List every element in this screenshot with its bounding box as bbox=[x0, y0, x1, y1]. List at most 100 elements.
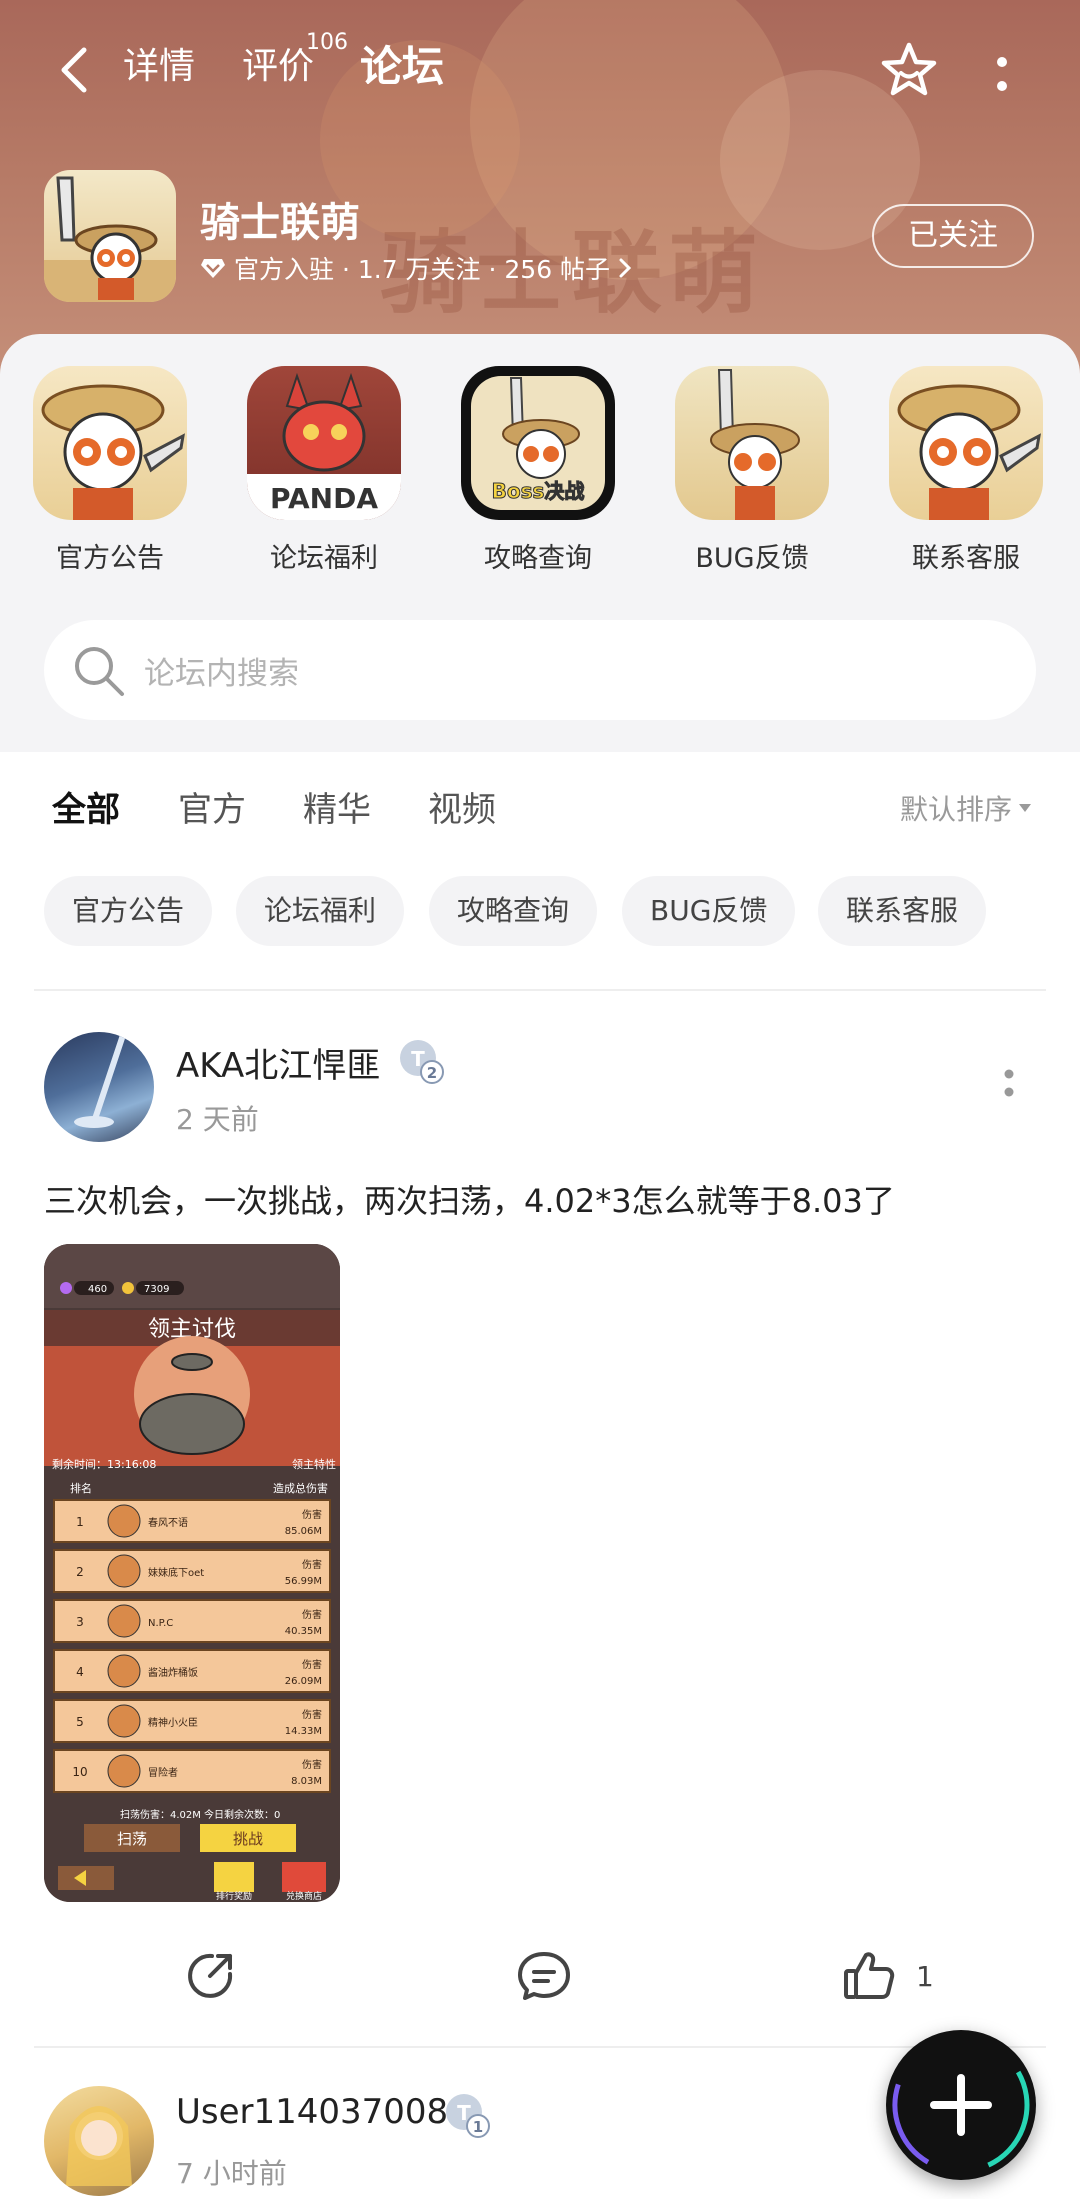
timer: 剩余时间：13:16:08 bbox=[52, 1457, 156, 1471]
rank-row: 5 精神小火臣 伤害 14.33M bbox=[53, 1699, 331, 1743]
comment-button[interactable] bbox=[516, 1946, 572, 2006]
level-badge-icon: T 2 bbox=[400, 1040, 444, 1084]
boss-text: Boss决战 bbox=[492, 479, 585, 503]
level-badge-icon: T 1 bbox=[446, 2094, 490, 2138]
filter-tab-label: 全部 bbox=[52, 790, 120, 830]
avatar[interactable] bbox=[44, 2086, 154, 2196]
divider bbox=[34, 989, 1046, 991]
chip-announcement[interactable]: 官方公告 bbox=[44, 876, 213, 946]
rank-number: 3 bbox=[76, 1615, 84, 1629]
quick-link-label: 攻略查询 bbox=[484, 543, 592, 574]
sweep-damage: 扫荡伤害：4.02M bbox=[120, 1808, 201, 1821]
chip-welfare[interactable]: 论坛福利 bbox=[236, 876, 405, 946]
sort-label: 默认排序 bbox=[900, 793, 1013, 826]
game-title: 骑士联萌 bbox=[200, 200, 360, 246]
rank-row: 10 冒险者 伤害 8.03M bbox=[53, 1749, 331, 1793]
post-time: 2 天前 bbox=[176, 1103, 259, 1136]
game-logo[interactable] bbox=[44, 170, 176, 302]
rank-number: 4 bbox=[76, 1665, 84, 1679]
game-meta[interactable]: 官方入驻 · 1.7 万关注 · 256 帖子 bbox=[200, 250, 632, 286]
search-input[interactable]: 论坛内搜索 bbox=[44, 620, 1036, 720]
announcement-icon bbox=[33, 366, 187, 520]
welfare-dragon-icon: PANDA bbox=[247, 366, 401, 520]
chevron-right-icon bbox=[619, 258, 632, 278]
panda-text: PANDA bbox=[270, 482, 378, 515]
rank-damage: 8.03M bbox=[291, 1776, 322, 1787]
sort-dropdown[interactable]: 默认排序 bbox=[900, 788, 1032, 828]
challenge-button: 挑战 bbox=[233, 1830, 263, 1848]
chip-bug[interactable]: BUG反馈 bbox=[622, 876, 796, 946]
quick-link-guide[interactable]: Boss决战 攻略查询 bbox=[458, 366, 618, 575]
rank-number: 10 bbox=[72, 1765, 87, 1779]
tab-review[interactable]: 评价 bbox=[242, 42, 314, 92]
lord-trait: 领主特性 bbox=[292, 1457, 336, 1471]
review-count-badge: 106 bbox=[306, 30, 348, 55]
rank-player-name: 春风不语 bbox=[148, 1517, 188, 1529]
rank-damage: 85.06M bbox=[285, 1526, 322, 1537]
tab-forum-label: 论坛 bbox=[360, 42, 445, 91]
col-rank: 排名 bbox=[70, 1481, 92, 1495]
guide-icon: Boss决战 bbox=[461, 366, 615, 520]
quick-link-announcement[interactable]: 官方公告 bbox=[30, 366, 190, 575]
post-content[interactable]: 三次机会，一次挑战，两次扫荡，4.02*3怎么就等于8.03了 bbox=[44, 1176, 895, 1222]
quick-link-label: 论坛福利 bbox=[270, 543, 378, 574]
plus-icon bbox=[892, 2036, 1030, 2174]
filter-tab-featured[interactable]: 精华 bbox=[303, 782, 371, 831]
damage-label: 伤害 bbox=[302, 1758, 322, 1771]
thumbs-up-icon bbox=[844, 1952, 895, 1999]
bug-report-icon bbox=[675, 366, 829, 520]
quick-link-label: BUG反馈 bbox=[695, 543, 809, 574]
more-vertical-icon[interactable] bbox=[990, 50, 1014, 100]
filter-tab-official[interactable]: 官方 bbox=[178, 782, 246, 831]
diamond-verified-icon bbox=[201, 259, 225, 278]
quick-link-bug[interactable]: BUG反馈 bbox=[672, 366, 832, 575]
quick-link-support[interactable]: 联系客服 bbox=[886, 366, 1046, 575]
avatar[interactable] bbox=[44, 1032, 154, 1142]
damage-label: 伤害 bbox=[302, 1708, 322, 1721]
follow-button[interactable]: 已关注 bbox=[872, 204, 1034, 268]
support-icon bbox=[889, 366, 1043, 520]
rank-number: 1 bbox=[76, 1515, 84, 1529]
rank-row: 4 酱油炸桶饭 伤害 26.09M bbox=[53, 1649, 331, 1693]
post-time: 7 小时前 bbox=[176, 2157, 287, 2190]
quick-link-label: 官方公告 bbox=[56, 543, 164, 574]
post-author[interactable]: AKA北江悍匪 bbox=[176, 1038, 380, 1087]
post-author[interactable]: User114037008 bbox=[176, 2092, 448, 2132]
filter-tab-all[interactable]: 全部 bbox=[52, 782, 120, 831]
remaining-count: 今日剩余次数：0 bbox=[204, 1808, 280, 1821]
post-image[interactable]: 460 7309 领主讨伐 剩余时间：13:16:08 领主特性 排名 造成总伤… bbox=[44, 1244, 340, 1902]
level-number: 1 bbox=[473, 2118, 483, 2136]
rank-row: 3 N.P.C 伤害 40.35M bbox=[53, 1599, 331, 1643]
share-button[interactable] bbox=[184, 1946, 236, 2006]
rank-reward: 排行奖励 bbox=[216, 1890, 252, 1902]
rank-player-name: 妹妹底下oet bbox=[148, 1566, 204, 1579]
rank-number: 5 bbox=[76, 1715, 84, 1729]
damage-label: 伤害 bbox=[302, 1658, 322, 1671]
filter-tab-video[interactable]: 视频 bbox=[428, 782, 496, 831]
coin-count: 7309 bbox=[144, 1284, 169, 1295]
level-number: 2 bbox=[427, 1064, 437, 1082]
like-button[interactable]: 1 bbox=[842, 1946, 934, 2006]
tab-detail[interactable]: 详情 bbox=[123, 42, 195, 92]
tab-forum[interactable]: 论坛 bbox=[356, 42, 449, 96]
rank-row: 1 春风不语 伤害 85.06M bbox=[53, 1499, 331, 1543]
rank-player-name: 酱油炸桶饭 bbox=[148, 1666, 198, 1679]
comment-icon bbox=[518, 1952, 570, 2000]
search-placeholder: 论坛内搜索 bbox=[144, 656, 299, 692]
exchange-shop: 兑换商店 bbox=[286, 1890, 322, 1902]
chip-guide[interactable]: 攻略查询 bbox=[429, 876, 598, 946]
quick-link-welfare[interactable]: PANDA 论坛福利 bbox=[244, 366, 404, 575]
favorite-star-icon[interactable] bbox=[878, 40, 940, 102]
back-arrow-icon[interactable] bbox=[52, 42, 102, 98]
post-more-icon[interactable] bbox=[1002, 1066, 1016, 1106]
share-icon bbox=[188, 1953, 233, 1998]
new-post-button[interactable] bbox=[886, 2030, 1036, 2180]
like-count: 1 bbox=[916, 1959, 934, 1993]
sweep-button: 扫荡 bbox=[117, 1830, 147, 1848]
damage-label: 伤害 bbox=[302, 1508, 322, 1521]
caret-down-icon bbox=[1019, 804, 1032, 812]
quick-link-label: 联系客服 bbox=[912, 543, 1020, 574]
rank-number: 2 bbox=[76, 1565, 84, 1579]
quick-links: 官方公告 PANDA 论坛福利 Boss决战 攻略查询 BUG反馈 联系客服 bbox=[0, 366, 1080, 576]
chip-support[interactable]: 联系客服 bbox=[818, 876, 987, 946]
